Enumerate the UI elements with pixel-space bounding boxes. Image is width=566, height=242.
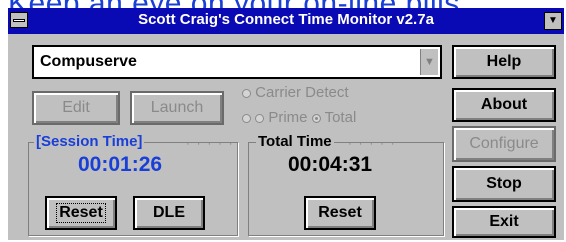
session-time-value: 00:01:26 [78, 153, 163, 176]
prime-label: Prime [268, 109, 308, 126]
total-time-title: Total Time [256, 133, 334, 150]
stop-button[interactable]: Stop [452, 166, 556, 202]
timing-options: Prime Total [242, 109, 356, 126]
title-bar[interactable]: Scott Craig's Connect Time Monitor v2.7a… [8, 8, 564, 34]
about-button[interactable]: About [452, 88, 556, 122]
exit-button[interactable]: Exit [452, 206, 556, 238]
total-time-value: 00:04:31 [288, 153, 373, 176]
session-reset-button[interactable]: Reset [45, 196, 117, 230]
total-radio[interactable] [311, 113, 321, 123]
combo-arrow-icon[interactable]: ▼ [420, 49, 438, 75]
edit-button[interactable]: Edit [32, 91, 120, 125]
app-window: Scott Craig's Connect Time Monitor v2.7a… [8, 8, 564, 240]
configure-button[interactable]: Configure [452, 126, 556, 162]
carrier-detect-radio[interactable] [242, 88, 251, 98]
prime-radio[interactable] [255, 113, 265, 123]
timing-radio[interactable] [242, 113, 251, 123]
total-dots: · · · · · [348, 138, 397, 150]
carrier-detect-option[interactable]: Carrier Detect [242, 84, 349, 101]
total-label: Total [324, 109, 357, 126]
launch-button[interactable]: Launch [130, 91, 224, 125]
window-title: Scott Craig's Connect Time Monitor v2.7a [138, 11, 434, 28]
total-reset-button[interactable]: Reset [304, 196, 376, 230]
down-arrow-icon[interactable]: ▼ [544, 12, 562, 30]
carrier-detect-label: Carrier Detect [255, 84, 349, 101]
session-dots: · · · · · [186, 138, 235, 150]
service-select[interactable]: Compuserve ▼ [32, 45, 442, 79]
dle-button[interactable]: DLE [133, 196, 205, 230]
session-time-title: [Session Time] [34, 133, 145, 150]
help-button[interactable]: Help [452, 45, 556, 79]
service-value: Compuserve [40, 53, 137, 70]
